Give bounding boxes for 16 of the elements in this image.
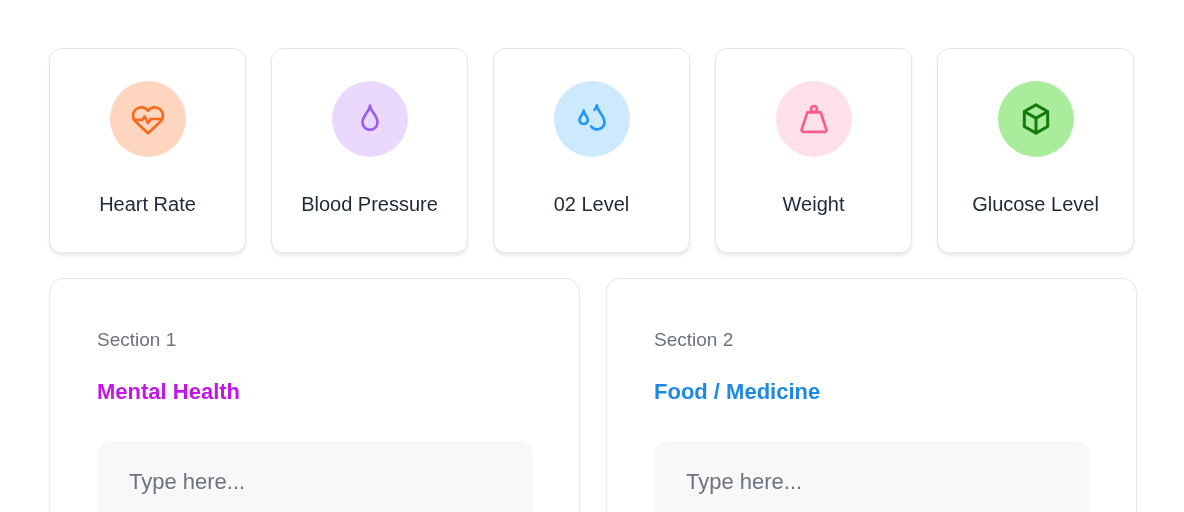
metric-card[interactable]: Glucose Level — [937, 48, 1134, 253]
metric-label: Blood Pressure — [301, 193, 438, 216]
text-field[interactable]: Type here... — [97, 441, 533, 512]
section-label: Section 2 — [654, 329, 734, 351]
text-field[interactable]: Type here... — [654, 441, 1090, 512]
metric-card[interactable]: Weight — [715, 48, 912, 253]
metric-card[interactable]: 02 Level — [493, 48, 690, 253]
section-label: Section 1 — [97, 329, 177, 351]
metric-card[interactable]: Blood Pressure — [271, 48, 468, 253]
section-title: Food / Medicine — [654, 379, 821, 405]
metric-label: Heart Rate — [99, 193, 196, 216]
metric-card[interactable]: Heart Rate — [49, 48, 246, 253]
section-title: Mental Health — [97, 379, 241, 405]
metric-label: Weight — [782, 193, 845, 216]
metric-label: Glucose Level — [972, 193, 1099, 216]
metric-label: 02 Level — [553, 193, 630, 216]
